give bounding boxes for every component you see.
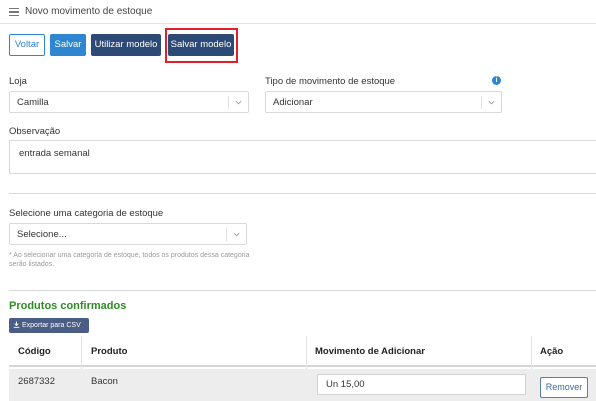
back-button[interactable]: Voltar [9,34,45,56]
download-icon [13,321,20,328]
store-select-value: Camilla [17,97,49,108]
section-divider [9,193,596,194]
select-separator [228,96,229,109]
notes-textarea[interactable]: entrada semanal [9,140,596,174]
category-select[interactable]: Selecione... [9,223,247,245]
category-select-value: Selecione... [17,229,67,240]
info-icon[interactable]: i [492,76,501,85]
chevron-down-icon [488,100,495,105]
movement-quantity-input[interactable]: Un 15,00 [317,374,526,395]
products-table: Código Produto Movimento de Adicionar Aç… [9,336,596,401]
table-row: 2687332 Bacon Un 15,00 Remover [9,369,596,401]
category-hint: * Ao selecionar uma categoria de estoque… [9,252,250,268]
notes-value: entrada semanal [19,148,90,159]
column-header-code: Código [18,346,51,357]
action-toolbar: Voltar Salvar Utilizar modelo Salvar mod… [0,24,596,66]
select-separator [481,96,482,109]
chevron-down-icon [235,100,242,105]
section-title: Produtos confirmados [9,300,127,312]
notes-label: Observação [9,126,61,137]
remove-button[interactable]: Remover [540,377,588,398]
use-template-button[interactable]: Utilizar modelo [91,34,161,56]
highlight-box [165,28,238,63]
select-separator [226,228,227,241]
hamburger-menu-icon[interactable] [9,8,19,16]
category-label: Selecione uma categoria de estoque [9,208,164,219]
store-label: Loja [9,76,27,87]
column-header-product: Produto [91,346,128,357]
movement-type-select[interactable]: Adicionar [265,91,502,113]
section-divider [9,290,596,291]
table-header: Código Produto Movimento de Adicionar Aç… [9,336,596,367]
page-title: Novo movimento de estoque [25,6,153,17]
movement-type-label: Tipo de movimento de estoque [265,76,396,87]
row-product: Bacon [91,376,118,387]
movement-quantity-value: Un 15,00 [326,379,365,390]
export-csv-button[interactable]: Exportar para CSV [9,318,89,333]
chevron-down-icon [233,232,240,237]
row-code: 2687332 [18,376,55,387]
column-header-action: Ação [540,346,564,357]
column-header-movement: Movimento de Adicionar [315,346,425,357]
save-button[interactable]: Salvar [50,34,86,56]
store-select[interactable]: Camilla [9,91,249,113]
top-bar: Novo movimento de estoque [0,0,596,24]
export-csv-label: Exportar para CSV [22,322,81,329]
movement-type-value: Adicionar [273,97,313,108]
